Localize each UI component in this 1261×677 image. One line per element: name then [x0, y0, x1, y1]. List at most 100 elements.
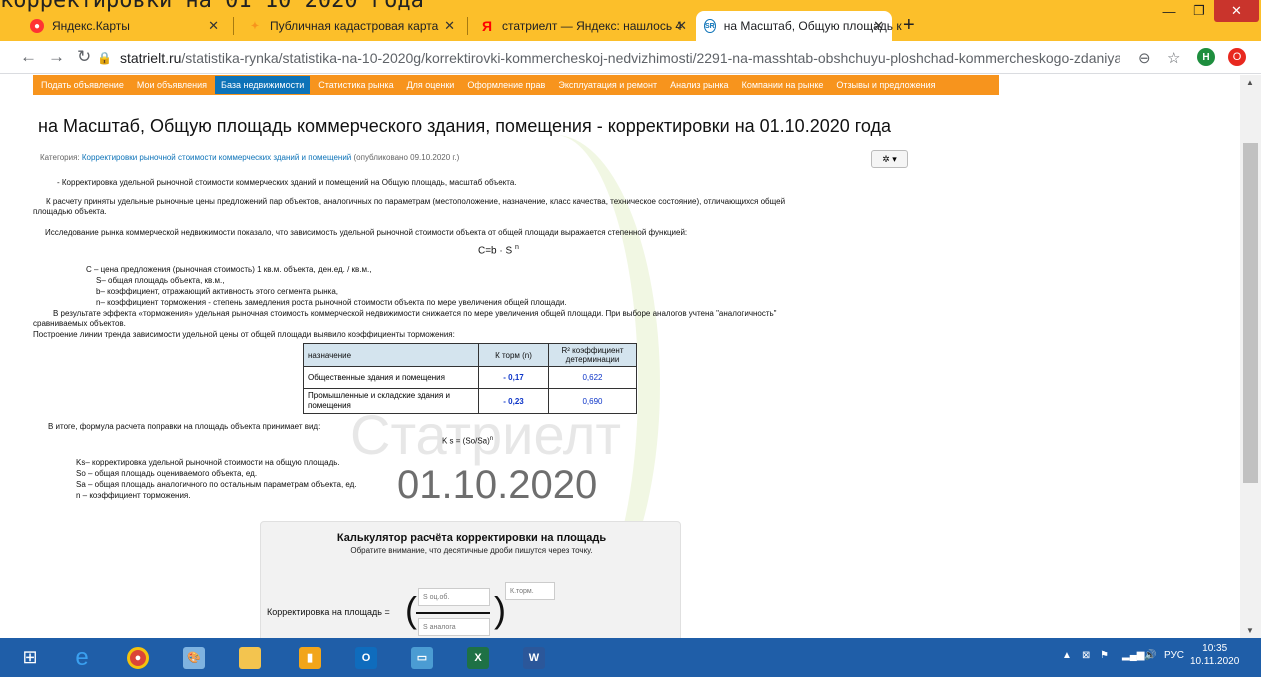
- extension-icon[interactable]: O: [1228, 48, 1246, 66]
- tab-cadastral-map[interactable]: ✦ Публичная кадастровая карта ✕: [240, 11, 463, 41]
- tab-label: Яндекс.Карты: [52, 19, 130, 33]
- nav-item-my-ads[interactable]: Мои объявления: [137, 80, 207, 90]
- lock-icon: 🔒: [97, 51, 112, 65]
- outlook-icon[interactable]: O: [344, 642, 388, 673]
- formula-correction-exponent: n: [489, 436, 494, 442]
- paragraph-intro: - Корректировка удельной рыночной стоимо…: [57, 178, 517, 187]
- table-cell: - 0,17: [478, 366, 549, 389]
- tab-separator: [467, 17, 468, 35]
- restore-icon[interactable]: ❐: [1186, 0, 1212, 22]
- word-icon[interactable]: W: [512, 642, 556, 673]
- minimize-icon[interactable]: —: [1154, 0, 1184, 22]
- nav-item-market-analysis[interactable]: Анализ рынка: [670, 80, 728, 90]
- forward-icon[interactable]: →: [48, 47, 65, 67]
- definition-ks: Ks– корректировка удельной рыночной стои…: [76, 458, 340, 467]
- definition-c: С – цена предложения (рыночная стоимость…: [86, 265, 372, 274]
- internet-explorer-icon[interactable]: e: [60, 642, 104, 673]
- windows-taskbar: ⊞ e ● 🎨 ▮ O ▭ X W ▲ ⊠ ⚑ ▂▄▆ 🔊 РУС 10:35 …: [0, 638, 1261, 677]
- paragraph-method: К расчету приняты удельные рыночные цены…: [46, 197, 786, 206]
- bookmark-star-icon[interactable]: ☆: [1167, 49, 1180, 67]
- tray-language[interactable]: РУС: [1164, 650, 1184, 661]
- sa-input[interactable]: S аналога: [418, 618, 490, 636]
- category-prefix: Категория:: [40, 153, 80, 162]
- scroll-thumb[interactable]: [1243, 143, 1258, 483]
- so-input[interactable]: S оц.об.: [418, 588, 490, 606]
- tray-expand-icon[interactable]: ▲: [1062, 650, 1072, 661]
- paragraph-effect: В результате эффекта «торможения» удельн…: [53, 309, 777, 318]
- tray-volume-icon[interactable]: 🔊: [1144, 650, 1156, 661]
- nav-item-companies[interactable]: Компании на рынке: [742, 80, 824, 90]
- scroll-up-icon[interactable]: ▲: [1246, 78, 1254, 87]
- close-icon[interactable]: ✕: [873, 18, 884, 34]
- calculator-title: Калькулятор расчёта корректировки на пло…: [336, 532, 607, 544]
- scroll-down-icon[interactable]: ▼: [1246, 626, 1254, 635]
- chrome-icon[interactable]: ●: [116, 642, 160, 673]
- new-tab-button[interactable]: +: [903, 14, 915, 37]
- browser-tab-strip: корректировки на 01 10 2020 года ● Яндек…: [0, 0, 1261, 41]
- nav-item-realty-base[interactable]: База недвижимости: [215, 76, 311, 94]
- table-header-row: назначение К торм (n) R² коэффициент дет…: [303, 343, 637, 367]
- back-icon[interactable]: ←: [20, 47, 37, 67]
- profile-avatar[interactable]: Н: [1197, 48, 1215, 66]
- article-category: Категория: Корректировки рыночной стоимо…: [40, 153, 459, 162]
- tray-network-icon[interactable]: ⊠: [1082, 650, 1090, 661]
- tab-label: статриелт — Яндекс: нашлось 4: [502, 19, 683, 33]
- formula-correction-text: K s = (So/Sa): [442, 436, 490, 446]
- nav-item-reviews[interactable]: Отзывы и предложения: [836, 80, 935, 90]
- paragraph-method-cont: площадью объекта.: [33, 207, 107, 216]
- reload-icon[interactable]: ↻: [77, 47, 91, 67]
- start-windows-icon[interactable]: ⊞: [8, 642, 52, 673]
- page-scrollbar[interactable]: ▲ ▼: [1240, 75, 1261, 638]
- zoom-icon[interactable]: ⊖: [1138, 49, 1151, 67]
- close-icon[interactable]: ✕: [208, 18, 219, 34]
- tab-yandex-search[interactable]: Я статриелт — Яндекс: нашлось 4 ✕: [472, 11, 695, 41]
- address-url[interactable]: statrielt.ru/statistika-rynka/statistika…: [120, 50, 1120, 66]
- tab-separator: [233, 17, 234, 35]
- tab-yandex-maps[interactable]: ● Яндекс.Карты ✕: [22, 11, 227, 41]
- page-title: на Масштаб, Общую площадь коммерческого …: [38, 116, 892, 136]
- definition-n-brake: n – коэффициент торможения.: [76, 491, 191, 500]
- maps-pin-icon: ●: [30, 19, 44, 33]
- table-header-cell: К торм (n): [478, 343, 549, 367]
- url-path: /statistika-rynka/statistika-na-10-2020g…: [181, 50, 1120, 66]
- close-icon[interactable]: ✕: [676, 18, 687, 34]
- formula-power-exponent: n: [514, 244, 519, 251]
- tray-flag-icon[interactable]: ⚑: [1100, 650, 1109, 661]
- taskbar-clock[interactable]: 10:35 10.11.2020: [1190, 642, 1239, 668]
- yandex-icon: Я: [481, 18, 493, 34]
- formula-power-text: C=b · S: [478, 245, 513, 257]
- fraction-line: [416, 612, 490, 614]
- chart-app-icon[interactable]: ▮: [288, 642, 332, 673]
- nav-item-market-stats[interactable]: Статистика рынка: [318, 80, 393, 90]
- photo-viewer-icon[interactable]: ▭: [400, 642, 444, 673]
- window-close-button[interactable]: ✕: [1214, 0, 1259, 22]
- excel-icon[interactable]: X: [456, 642, 500, 673]
- category-link[interactable]: Корректировки рыночной стоимости коммерч…: [82, 153, 351, 162]
- tray-signal-icon[interactable]: ▂▄▆: [1122, 650, 1144, 661]
- cadastral-icon: ✦: [250, 20, 260, 32]
- table-cell: 0,622: [548, 366, 637, 389]
- paint-icon[interactable]: 🎨: [172, 642, 216, 673]
- file-explorer-icon[interactable]: [228, 642, 272, 673]
- calculator-note: Обратите внимание, что десятичные дроби …: [350, 546, 593, 555]
- nav-item-legal[interactable]: Оформление прав: [467, 80, 545, 90]
- definition-so: So – общая площадь оцениваемого объекта,…: [76, 469, 258, 478]
- paragraph-research: Исследование рынка коммерческой недвижим…: [45, 228, 688, 237]
- nav-item-for-appraisal[interactable]: Для оценки: [407, 80, 455, 90]
- table-cell: Общественные здания и помещения: [303, 366, 479, 389]
- tab-statrielt-active[interactable]: SR на Масштаб, Общую площадь к ✕: [696, 11, 902, 41]
- watermark-logo: Статриелт: [350, 403, 622, 466]
- close-icon[interactable]: ✕: [444, 18, 455, 34]
- nav-item-maintenance[interactable]: Эксплуатация и ремонт: [558, 80, 657, 90]
- watermark-date: 01.10.2020: [397, 463, 598, 507]
- url-host: statrielt.ru: [119, 50, 182, 66]
- definition-s: S– общая площадь объекта, кв.м.,: [96, 276, 225, 285]
- table-row: Общественные здания и помещения - 0,17 0…: [303, 366, 637, 389]
- address-bar[interactable]: 🔒 statrielt.ru/statistika-rynka/statisti…: [97, 45, 1182, 71]
- k-brake-input[interactable]: К.торм.: [505, 582, 555, 600]
- paragraph-effect-cont: сравниваемых объектов.: [33, 319, 126, 328]
- nav-item-submit-ad[interactable]: Подать объявление: [41, 80, 124, 90]
- article-tools-button[interactable]: ✲ ▾: [871, 150, 908, 168]
- definition-n: n– коэффициент торможения - степень заме…: [96, 298, 567, 307]
- published-date: (опубликовано 09.10.2020 г.): [353, 153, 460, 162]
